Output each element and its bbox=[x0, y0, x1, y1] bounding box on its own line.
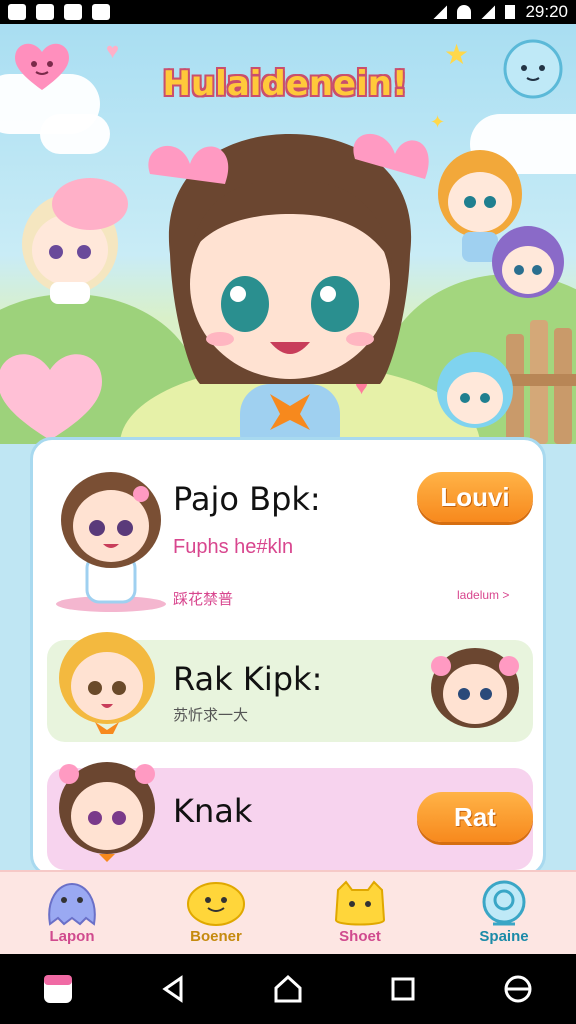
heart-mascot-icon bbox=[15, 43, 69, 90]
notification-icon bbox=[8, 4, 26, 20]
cat-mascot-icon bbox=[334, 880, 386, 926]
battery-icon bbox=[505, 5, 516, 19]
notification-icon bbox=[64, 4, 82, 20]
clock: 29:20 bbox=[525, 2, 568, 21]
character-avatar bbox=[56, 472, 166, 612]
card-title: Pajo Bpk: bbox=[173, 480, 321, 518]
bottom-nav: Lapon Boener Shoet Spaine bbox=[0, 870, 576, 956]
nav-item-boener[interactable]: Boener bbox=[144, 872, 288, 956]
character-illustration bbox=[437, 352, 513, 428]
notification-icon bbox=[92, 4, 110, 20]
ghost-mascot-icon bbox=[503, 39, 563, 99]
nav-label: Boener bbox=[190, 928, 242, 945]
nav-label: Lapon bbox=[49, 928, 95, 945]
hero-banner: Hulaidenein! ★ ✦ ♥ ♥ bbox=[0, 24, 576, 444]
home-icon[interactable] bbox=[268, 969, 308, 1009]
character-avatar bbox=[59, 762, 155, 862]
character-illustration bbox=[22, 178, 128, 304]
nav-label: Shoet bbox=[339, 928, 381, 945]
nav-item-lapon[interactable]: Lapon bbox=[0, 872, 144, 956]
nav-item-shoet[interactable]: Shoet bbox=[288, 872, 432, 956]
app-title: Hulaidenein! bbox=[162, 64, 408, 104]
system-nav-bar bbox=[0, 954, 576, 1024]
card-title: Knak bbox=[173, 792, 253, 830]
card-title: Rak Kipk: bbox=[173, 660, 323, 698]
card-caption: 苏忻求一大 bbox=[173, 707, 249, 724]
ghost-mascot-icon bbox=[48, 882, 96, 926]
main-character-illustration bbox=[148, 133, 429, 444]
list-item[interactable]: Knak Rat bbox=[47, 762, 533, 870]
character-avatar bbox=[431, 648, 519, 728]
list-item[interactable]: Rak Kipk: 苏忻求一大 bbox=[47, 632, 533, 742]
heart-icon bbox=[0, 354, 102, 440]
recents-icon[interactable] bbox=[383, 969, 423, 1009]
character-avatar bbox=[59, 632, 155, 734]
status-bar: 29:20 bbox=[0, 0, 576, 24]
nav-item-spaine[interactable]: Spaine bbox=[432, 872, 576, 956]
nav-label: Spaine bbox=[479, 928, 529, 945]
rat-button[interactable]: Rat bbox=[417, 792, 533, 842]
card-caption: 踩花禁普 bbox=[173, 591, 234, 608]
search-bubble-icon bbox=[482, 880, 526, 926]
assistant-icon[interactable] bbox=[498, 969, 538, 1009]
back-icon[interactable] bbox=[153, 969, 193, 1009]
cell-signal-icon bbox=[481, 5, 496, 19]
app-shortcut-icon[interactable] bbox=[38, 969, 78, 1009]
signal-icon bbox=[433, 5, 448, 19]
heart-icon: ♥ bbox=[106, 38, 120, 63]
details-link[interactable]: ladelum > bbox=[457, 588, 509, 602]
character-illustration bbox=[492, 226, 564, 298]
louvi-button[interactable]: Louvi bbox=[417, 472, 533, 522]
character-list-panel: Pajo Bpk: Fuphs he#kln 踩花禁普 ladelum > Lo… bbox=[30, 437, 546, 877]
notification-icon bbox=[36, 4, 54, 20]
smiley-blob-icon bbox=[187, 882, 245, 926]
wifi-icon bbox=[457, 5, 472, 19]
list-item[interactable]: Pajo Bpk: Fuphs he#kln 踩花禁普 ladelum > Lo… bbox=[47, 450, 533, 620]
card-subtitle: Fuphs he#kln bbox=[173, 536, 294, 558]
star-icon: ★ bbox=[444, 39, 470, 70]
